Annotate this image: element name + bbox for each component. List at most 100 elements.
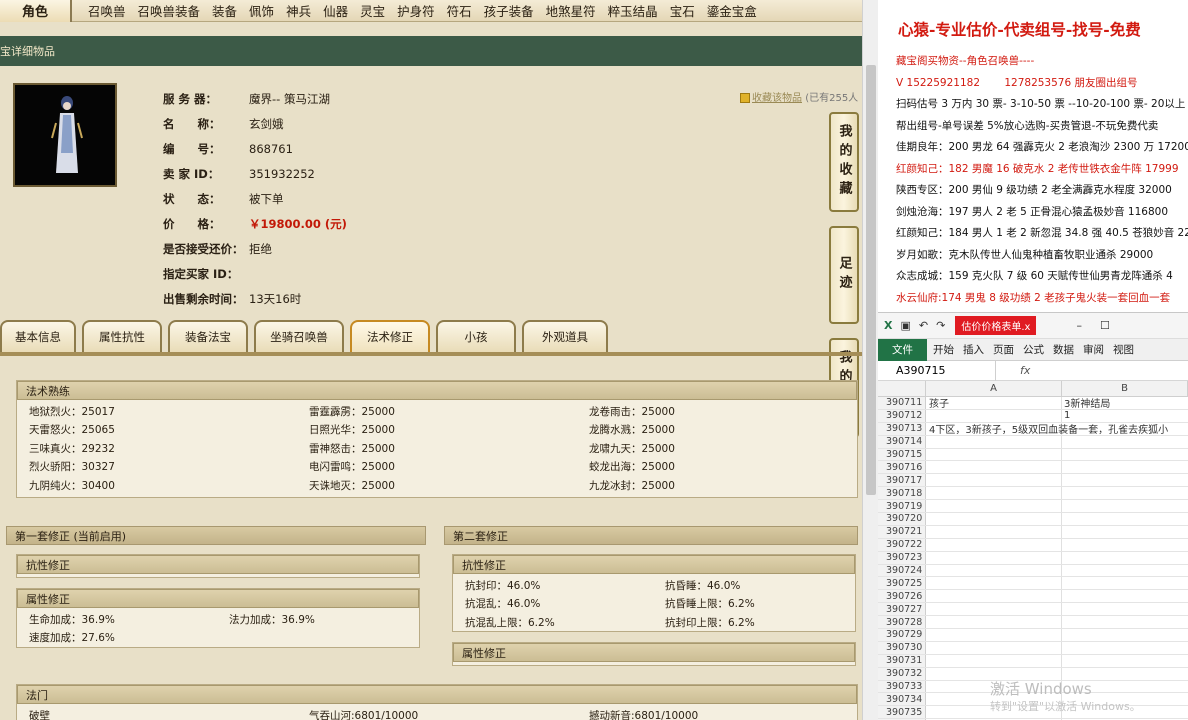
ribbon-tab[interactable]: 开始 xyxy=(933,342,954,357)
row-number[interactable]: 390720 xyxy=(878,513,926,525)
cell-a[interactable] xyxy=(926,577,1062,590)
cell-a[interactable] xyxy=(926,461,1062,474)
cell-b[interactable] xyxy=(1062,577,1188,589)
cell-a[interactable] xyxy=(926,629,1062,641)
my-favorites-button[interactable]: 我的收藏 xyxy=(829,112,859,212)
row-number[interactable]: 390731 xyxy=(878,654,926,667)
minimize-icon[interactable]: – xyxy=(1076,319,1082,332)
nav-tab[interactable]: 地煞星符 xyxy=(540,1,602,20)
cell-a[interactable] xyxy=(926,448,1062,461)
nav-tab[interactable]: 粹玉结晶 xyxy=(602,1,664,20)
row-number[interactable]: 390727 xyxy=(878,603,926,616)
ribbon-tab[interactable]: 审阅 xyxy=(1083,342,1104,357)
footprint-button[interactable]: 足迹 xyxy=(829,226,859,324)
nav-role-tab[interactable]: 角色 xyxy=(0,0,72,22)
undo-icon[interactable]: ↶ xyxy=(919,319,928,332)
ribbon-tab[interactable]: 页面 xyxy=(993,342,1014,357)
cell-a[interactable]: 4下区，3新孩子，5级双回血装备一套，孔雀去疾狐小 xyxy=(926,422,1168,436)
cell-b[interactable] xyxy=(1062,539,1188,551)
tab-1[interactable]: 属性抗性 xyxy=(82,320,162,352)
row-number[interactable]: 390714 xyxy=(878,435,926,448)
ribbon-tab[interactable]: 视图 xyxy=(1113,342,1134,357)
row-number[interactable]: 390729 xyxy=(878,629,926,641)
redo-icon[interactable]: ↷ xyxy=(936,319,945,332)
cell-b[interactable] xyxy=(1062,500,1188,512)
column-b-header[interactable]: B xyxy=(1062,381,1188,396)
column-a-header[interactable]: A xyxy=(926,381,1062,396)
cell-a[interactable] xyxy=(926,641,1062,654)
cell-b[interactable] xyxy=(1062,436,1188,448)
cell-b[interactable] xyxy=(1062,526,1188,538)
favorite-label[interactable]: 收藏该物品 xyxy=(752,93,802,104)
tab-2[interactable]: 装备法宝 xyxy=(168,320,248,352)
nav-tab[interactable]: 仙器 xyxy=(317,1,354,20)
cell-b[interactable] xyxy=(1062,474,1188,486)
cell-a[interactable] xyxy=(926,551,1062,564)
row-number[interactable]: 390735 xyxy=(878,706,926,719)
cell-b[interactable] xyxy=(1062,513,1188,525)
cell-a[interactable] xyxy=(926,564,1062,577)
tab-6[interactable]: 外观道具 xyxy=(522,320,608,352)
row-number[interactable]: 390712 xyxy=(878,409,926,422)
nav-tab[interactable]: 护身符 xyxy=(391,1,441,20)
row-number[interactable]: 390733 xyxy=(878,680,926,693)
cell-a[interactable] xyxy=(926,538,1062,551)
nav-tab[interactable]: 神兵 xyxy=(280,1,317,20)
row-number[interactable]: 390722 xyxy=(878,538,926,551)
cell-b[interactable] xyxy=(1062,642,1188,654)
row-number[interactable]: 390725 xyxy=(878,577,926,590)
cell-a[interactable] xyxy=(926,603,1062,616)
cell-b[interactable] xyxy=(1062,552,1188,564)
tab-4[interactable]: 法术修正 xyxy=(350,320,430,352)
game-scrollbar[interactable] xyxy=(862,0,878,720)
tab-0[interactable]: 基本信息 xyxy=(0,320,76,352)
cell-a[interactable] xyxy=(926,513,1062,525)
cell-a[interactable] xyxy=(926,616,1062,629)
cell-b[interactable] xyxy=(1062,487,1188,499)
nav-tab[interactable]: 符石 xyxy=(441,1,478,20)
save-icon[interactable]: ▣ xyxy=(900,319,910,332)
nav-tab[interactable]: 装备 xyxy=(206,1,243,20)
nav-tab[interactable]: 孩子装备 xyxy=(478,1,540,20)
row-number[interactable]: 390730 xyxy=(878,641,926,654)
file-menu[interactable]: 文件 xyxy=(878,338,927,361)
cell-b[interactable]: 3新神结局 xyxy=(1062,397,1188,410)
ribbon-tab[interactable]: 数据 xyxy=(1053,342,1074,357)
row-number[interactable]: 390734 xyxy=(878,693,926,706)
cell-b[interactable] xyxy=(1062,590,1188,602)
nav-tab[interactable]: 鎏金宝盒 xyxy=(701,1,763,20)
maximize-icon[interactable]: ☐ xyxy=(1100,319,1110,332)
row-number[interactable]: 390711 xyxy=(878,397,926,409)
row-number[interactable]: 390728 xyxy=(878,616,926,629)
nav-tab[interactable]: 佩饰 xyxy=(243,1,280,20)
cell-b[interactable] xyxy=(1062,565,1188,577)
row-number[interactable]: 390726 xyxy=(878,590,926,603)
cell-a[interactable] xyxy=(926,474,1062,487)
cell-a[interactable] xyxy=(926,409,1062,422)
cell-b[interactable] xyxy=(1062,423,1188,435)
select-all-corner[interactable] xyxy=(878,381,926,396)
nav-tab[interactable]: 召唤兽 xyxy=(82,1,132,20)
cell-b[interactable] xyxy=(1062,616,1188,628)
cell-a[interactable] xyxy=(926,590,1062,603)
cell-a[interactable] xyxy=(926,487,1062,500)
ribbon-tab[interactable]: 插入 xyxy=(963,342,984,357)
cell-b[interactable]: 1 xyxy=(1062,410,1188,422)
cell-a[interactable]: 孩子 xyxy=(926,397,1062,410)
excel-file-tab[interactable]: 估价价格表单.x xyxy=(955,316,1037,335)
cell-b[interactable] xyxy=(1062,449,1188,461)
nav-tab[interactable]: 灵宝 xyxy=(354,1,391,20)
favorite-link[interactable]: 收藏该物品 (已有255人 xyxy=(740,89,858,104)
cell-a[interactable] xyxy=(926,525,1062,538)
row-number[interactable]: 390718 xyxy=(878,487,926,500)
cell-b[interactable] xyxy=(1062,603,1188,615)
tab-3[interactable]: 坐骑召唤兽 xyxy=(254,320,344,352)
cell-b[interactable] xyxy=(1062,655,1188,667)
cell-a[interactable] xyxy=(926,435,1062,448)
row-number[interactable]: 390719 xyxy=(878,500,926,513)
row-number[interactable]: 390713 xyxy=(878,422,926,435)
scroll-thumb[interactable] xyxy=(866,65,876,495)
cell-a[interactable] xyxy=(926,500,1062,513)
cell-b[interactable] xyxy=(1062,629,1188,641)
ribbon-tab[interactable]: 公式 xyxy=(1023,342,1044,357)
